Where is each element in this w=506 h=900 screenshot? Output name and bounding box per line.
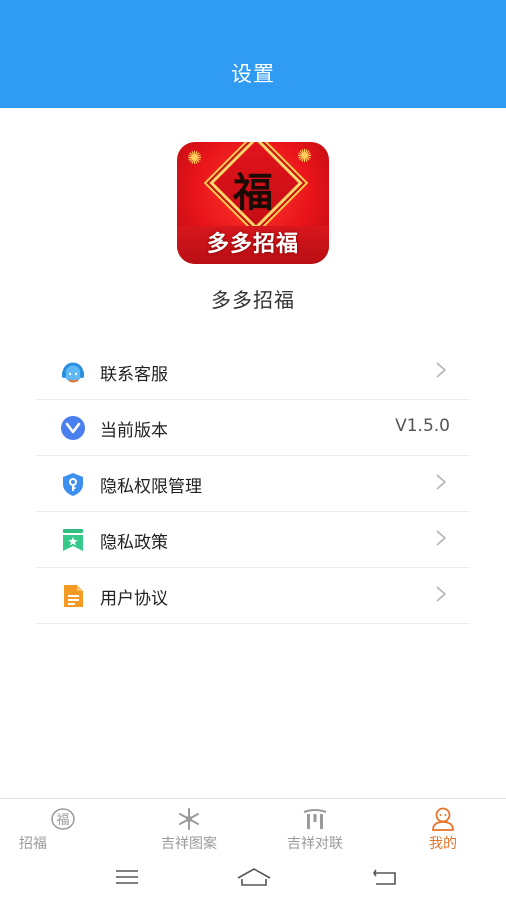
app-logo: ✺ ✺ 福 多多招福 [177, 142, 329, 264]
menu-item-label: 隐私权限管理 [100, 477, 202, 497]
profile-icon [432, 807, 454, 831]
menu-item-label: 隐私政策 [100, 533, 168, 553]
menu-item-contact-support[interactable]: 联系客服 [36, 344, 470, 400]
headset-icon [62, 362, 84, 383]
page-title: 设置 [231, 62, 275, 86]
snowflake-icon [179, 808, 199, 830]
top-app-bar: 设置 [0, 0, 506, 108]
menu-item-current-version[interactable]: 当前版本 V1.5.0 [36, 400, 470, 456]
gate-icon [303, 809, 327, 829]
chevron-right-icon [436, 474, 447, 490]
back-icon[interactable] [370, 866, 400, 888]
menu-item-user-agreement[interactable]: 用户协议 [36, 568, 470, 624]
tab-auspicious-couplets[interactable]: 吉祥对联 [252, 799, 378, 857]
logo-band: 多多招福 [177, 226, 329, 264]
logo-text: 多多招福 [206, 232, 299, 257]
chevron-right-icon [436, 530, 447, 546]
document-icon [64, 585, 83, 607]
chevron-right-icon [436, 362, 447, 378]
chevron-right-icon [436, 586, 447, 602]
menu-item-privacy-permissions[interactable]: 隐私权限管理 [36, 456, 470, 512]
tab-label: 吉祥图案 [161, 836, 217, 852]
version-icon [61, 416, 85, 440]
tab-label: 我的 [429, 836, 457, 852]
menu-item-label: 用户协议 [100, 589, 168, 609]
home-icon[interactable] [236, 866, 272, 888]
menu-icon[interactable] [112, 866, 142, 888]
bottom-tab-bar: 福 招福 吉祥图案 吉祥对联 我的 [0, 798, 506, 857]
menu-item-label: 当前版本 [100, 421, 168, 441]
tab-auspicious-patterns[interactable]: 吉祥图案 [126, 799, 252, 857]
tab-mine[interactable]: 我的 [380, 799, 506, 857]
menu-item-label: 联系客服 [100, 365, 168, 385]
system-navigation-bar [0, 858, 506, 900]
app-name: 多多招福 [211, 288, 295, 312]
tab-zhaofu[interactable]: 福 招福 [0, 799, 126, 857]
tab-label: 吉祥对联 [287, 836, 343, 852]
svg-text:福: 福 [56, 813, 69, 828]
tab-label: 招福 [19, 836, 47, 852]
settings-menu: 联系客服 当前版本 V1.5.0 隐私权限管理 隐私政策 用户协议 [36, 344, 470, 624]
version-value: V1.5.0 [395, 416, 450, 436]
bookmark-star-icon [63, 529, 83, 551]
fu-circle-icon: 福 [51, 808, 75, 830]
shield-key-icon [63, 473, 83, 496]
menu-item-privacy-policy[interactable]: 隐私政策 [36, 512, 470, 568]
logo-fu-character: 福 [233, 169, 273, 216]
